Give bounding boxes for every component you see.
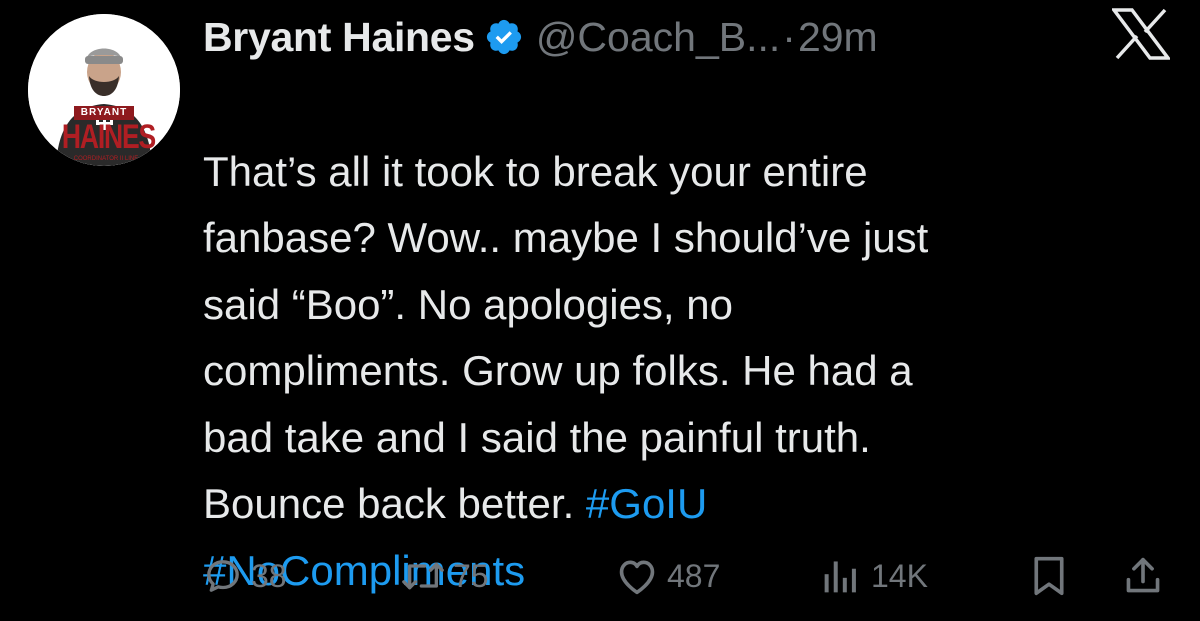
handle[interactable]: @Coach_B... xyxy=(536,14,780,61)
share-button[interactable] xyxy=(1123,548,1163,604)
display-name[interactable]: Bryant Haines xyxy=(203,14,475,61)
tweet-header: Bryant Haines @Coach_B... · 29m xyxy=(203,10,878,64)
reply-count: 38 xyxy=(251,557,287,594)
tweet: BRYANT HAINES COORDINATOR II LINE Bryant… xyxy=(0,0,1200,621)
avatar-label-main: HAINES xyxy=(61,118,156,156)
repost-count: 75 xyxy=(453,557,489,594)
tweet-text-main: That’s all it took to break your entire … xyxy=(203,147,929,528)
reply-button[interactable]: 38 xyxy=(203,548,287,604)
bookmark-icon xyxy=(1029,554,1069,598)
bookmark-button[interactable] xyxy=(1029,548,1069,604)
views-count: 14K xyxy=(871,557,928,594)
x-logo-icon[interactable] xyxy=(1110,8,1172,60)
views-button[interactable]: 14K xyxy=(819,548,928,604)
time-separator: · xyxy=(782,13,796,60)
repost-arrows-icon xyxy=(401,556,445,596)
timestamp[interactable]: 29m xyxy=(798,14,878,61)
heart-icon xyxy=(615,556,659,596)
like-count: 487 xyxy=(667,557,721,594)
repost-button[interactable]: 75 xyxy=(401,548,489,604)
speech-bubble-icon xyxy=(203,556,243,596)
action-bar: 38 75 487 14K xyxy=(203,548,1173,604)
like-button[interactable]: 487 xyxy=(615,548,720,604)
share-upload-icon xyxy=(1123,554,1163,598)
avatar-label-sub: COORDINATOR II LINE xyxy=(73,156,139,162)
verified-badge-icon xyxy=(484,17,524,57)
bar-chart-icon xyxy=(819,556,863,596)
tweet-text: That’s all it took to break your entire … xyxy=(203,72,1163,604)
avatar[interactable]: BRYANT HAINES COORDINATOR II LINE xyxy=(28,14,180,166)
hashtag-goiu[interactable]: #GoIU xyxy=(586,480,707,527)
